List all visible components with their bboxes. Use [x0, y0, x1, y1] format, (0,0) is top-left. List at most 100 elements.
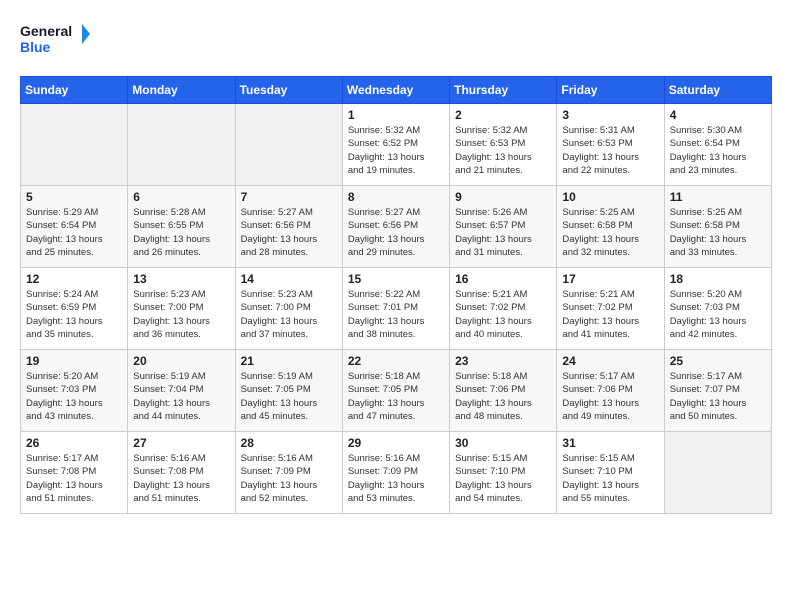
day-number: 29: [348, 436, 444, 450]
day-info: Sunrise: 5:31 AM Sunset: 6:53 PM Dayligh…: [562, 124, 658, 177]
day-number: 13: [133, 272, 229, 286]
calendar-cell: 11 Sunrise: 5:25 AM Sunset: 6:58 PM Dayli…: [664, 186, 771, 268]
day-info: Sunrise: 5:24 AM Sunset: 6:59 PM Dayligh…: [26, 288, 122, 341]
logo: General Blue: [20, 20, 90, 60]
svg-text:Blue: Blue: [20, 39, 51, 55]
calendar-table: SundayMondayTuesdayWednesdayThursdayFrid…: [20, 76, 772, 514]
calendar-week-row: 12 Sunrise: 5:24 AM Sunset: 6:59 PM Dayli…: [21, 268, 772, 350]
day-number: 16: [455, 272, 551, 286]
day-number: 5: [26, 190, 122, 204]
day-number: 3: [562, 108, 658, 122]
day-number: 2: [455, 108, 551, 122]
day-number: 9: [455, 190, 551, 204]
day-number: 22: [348, 354, 444, 368]
day-of-week-header: Thursday: [450, 77, 557, 104]
day-of-week-header: Sunday: [21, 77, 128, 104]
logo-icon: General Blue: [20, 20, 90, 60]
calendar-cell: 7 Sunrise: 5:27 AM Sunset: 6:56 PM Daylig…: [235, 186, 342, 268]
day-number: 17: [562, 272, 658, 286]
day-info: Sunrise: 5:21 AM Sunset: 7:02 PM Dayligh…: [455, 288, 551, 341]
calendar-cell: 20 Sunrise: 5:19 AM Sunset: 7:04 PM Dayli…: [128, 350, 235, 432]
calendar-cell: 9Sunrise: 5:26 AM Sunset: 6:57 PM Daylig…: [450, 186, 557, 268]
calendar-header-row: SundayMondayTuesdayWednesdayThursdayFrid…: [21, 77, 772, 104]
day-info: Sunrise: 5:19 AM Sunset: 7:05 PM Dayligh…: [241, 370, 337, 423]
day-info: Sunrise: 5:22 AM Sunset: 7:01 PM Dayligh…: [348, 288, 444, 341]
day-number: 1: [348, 108, 444, 122]
calendar-week-row: 19Sunrise: 5:20 AM Sunset: 7:03 PM Dayli…: [21, 350, 772, 432]
calendar-cell: 18 Sunrise: 5:20 AM Sunset: 7:03 PM Dayli…: [664, 268, 771, 350]
day-number: 10: [562, 190, 658, 204]
day-info: Sunrise: 5:17 AM Sunset: 7:06 PM Dayligh…: [562, 370, 658, 423]
day-info: Sunrise: 5:32 AM Sunset: 6:52 PM Dayligh…: [348, 124, 444, 177]
day-number: 6: [133, 190, 229, 204]
calendar-cell: 24 Sunrise: 5:17 AM Sunset: 7:06 PM Dayli…: [557, 350, 664, 432]
calendar-cell: 16 Sunrise: 5:21 AM Sunset: 7:02 PM Dayli…: [450, 268, 557, 350]
day-number: 30: [455, 436, 551, 450]
calendar-cell: 1 Sunrise: 5:32 AM Sunset: 6:52 PM Daylig…: [342, 104, 449, 186]
calendar-cell: 3 Sunrise: 5:31 AM Sunset: 6:53 PM Daylig…: [557, 104, 664, 186]
day-of-week-header: Friday: [557, 77, 664, 104]
calendar-cell: 14Sunrise: 5:23 AM Sunset: 7:00 PM Dayli…: [235, 268, 342, 350]
day-number: 8: [348, 190, 444, 204]
calendar-cell: 17 Sunrise: 5:21 AM Sunset: 7:02 PM Dayli…: [557, 268, 664, 350]
day-of-week-header: Wednesday: [342, 77, 449, 104]
day-number: 11: [670, 190, 766, 204]
day-of-week-header: Tuesday: [235, 77, 342, 104]
calendar-week-row: 26 Sunrise: 5:17 AM Sunset: 7:08 PM Dayli…: [21, 432, 772, 514]
calendar-cell: 28 Sunrise: 5:16 AM Sunset: 7:09 PM Dayli…: [235, 432, 342, 514]
day-number: 24: [562, 354, 658, 368]
day-info: Sunrise: 5:20 AM Sunset: 7:03 PM Dayligh…: [670, 288, 766, 341]
calendar-cell: 21 Sunrise: 5:19 AM Sunset: 7:05 PM Dayli…: [235, 350, 342, 432]
calendar-cell: 29 Sunrise: 5:16 AM Sunset: 7:09 PM Dayli…: [342, 432, 449, 514]
day-info: Sunrise: 5:32 AM Sunset: 6:53 PM Dayligh…: [455, 124, 551, 177]
day-of-week-header: Saturday: [664, 77, 771, 104]
day-info: Sunrise: 5:18 AM Sunset: 7:05 PM Dayligh…: [348, 370, 444, 423]
calendar-cell: 23 Sunrise: 5:18 AM Sunset: 7:06 PM Dayli…: [450, 350, 557, 432]
day-number: 12: [26, 272, 122, 286]
day-info: Sunrise: 5:23 AM Sunset: 7:00 PM Dayligh…: [133, 288, 229, 341]
day-info: Sunrise: 5:19 AM Sunset: 7:04 PM Dayligh…: [133, 370, 229, 423]
calendar-cell: 19Sunrise: 5:20 AM Sunset: 7:03 PM Dayli…: [21, 350, 128, 432]
day-number: 23: [455, 354, 551, 368]
day-info: Sunrise: 5:23 AM Sunset: 7:00 PM Dayligh…: [241, 288, 337, 341]
calendar-cell: 27 Sunrise: 5:16 AM Sunset: 7:08 PM Dayli…: [128, 432, 235, 514]
day-info: Sunrise: 5:28 AM Sunset: 6:55 PM Dayligh…: [133, 206, 229, 259]
calendar-cell: [664, 432, 771, 514]
calendar-cell: 22 Sunrise: 5:18 AM Sunset: 7:05 PM Dayli…: [342, 350, 449, 432]
day-info: Sunrise: 5:17 AM Sunset: 7:07 PM Dayligh…: [670, 370, 766, 423]
calendar-cell: 26 Sunrise: 5:17 AM Sunset: 7:08 PM Dayli…: [21, 432, 128, 514]
calendar-week-row: 1 Sunrise: 5:32 AM Sunset: 6:52 PM Daylig…: [21, 104, 772, 186]
calendar-cell: [128, 104, 235, 186]
day-number: 18: [670, 272, 766, 286]
day-info: Sunrise: 5:21 AM Sunset: 7:02 PM Dayligh…: [562, 288, 658, 341]
day-info: Sunrise: 5:17 AM Sunset: 7:08 PM Dayligh…: [26, 452, 122, 505]
day-info: Sunrise: 5:25 AM Sunset: 6:58 PM Dayligh…: [562, 206, 658, 259]
day-info: Sunrise: 5:20 AM Sunset: 7:03 PM Dayligh…: [26, 370, 122, 423]
day-info: Sunrise: 5:27 AM Sunset: 6:56 PM Dayligh…: [348, 206, 444, 259]
day-info: Sunrise: 5:16 AM Sunset: 7:09 PM Dayligh…: [348, 452, 444, 505]
calendar-cell: [235, 104, 342, 186]
day-number: 25: [670, 354, 766, 368]
day-info: Sunrise: 5:15 AM Sunset: 7:10 PM Dayligh…: [455, 452, 551, 505]
day-number: 26: [26, 436, 122, 450]
calendar-cell: 15Sunrise: 5:22 AM Sunset: 7:01 PM Dayli…: [342, 268, 449, 350]
day-info: Sunrise: 5:16 AM Sunset: 7:09 PM Dayligh…: [241, 452, 337, 505]
calendar-cell: 2 Sunrise: 5:32 AM Sunset: 6:53 PM Daylig…: [450, 104, 557, 186]
calendar-cell: 4Sunrise: 5:30 AM Sunset: 6:54 PM Daylig…: [664, 104, 771, 186]
page-header: General Blue: [20, 20, 772, 60]
day-number: 7: [241, 190, 337, 204]
day-info: Sunrise: 5:25 AM Sunset: 6:58 PM Dayligh…: [670, 206, 766, 259]
day-info: Sunrise: 5:16 AM Sunset: 7:08 PM Dayligh…: [133, 452, 229, 505]
calendar-cell: 6 Sunrise: 5:28 AM Sunset: 6:55 PM Daylig…: [128, 186, 235, 268]
day-of-week-header: Monday: [128, 77, 235, 104]
day-number: 28: [241, 436, 337, 450]
day-info: Sunrise: 5:18 AM Sunset: 7:06 PM Dayligh…: [455, 370, 551, 423]
calendar-cell: 12 Sunrise: 5:24 AM Sunset: 6:59 PM Dayli…: [21, 268, 128, 350]
day-number: 27: [133, 436, 229, 450]
day-number: 21: [241, 354, 337, 368]
calendar-cell: [21, 104, 128, 186]
day-info: Sunrise: 5:27 AM Sunset: 6:56 PM Dayligh…: [241, 206, 337, 259]
day-number: 4: [670, 108, 766, 122]
day-number: 20: [133, 354, 229, 368]
day-info: Sunrise: 5:29 AM Sunset: 6:54 PM Dayligh…: [26, 206, 122, 259]
